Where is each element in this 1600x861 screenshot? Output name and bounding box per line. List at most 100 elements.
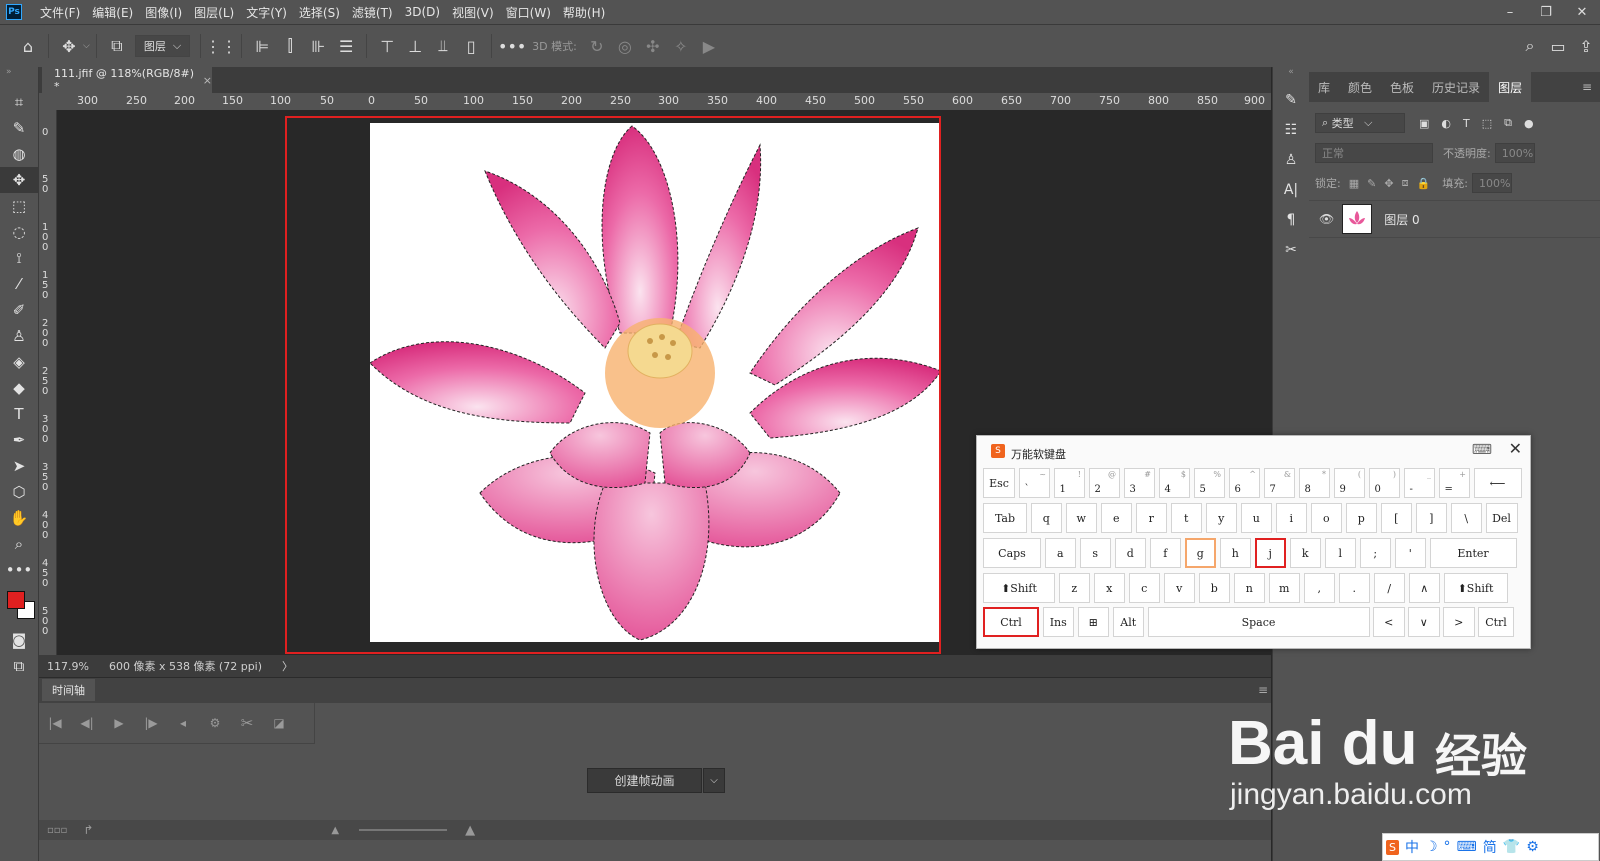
zoom-out-icon[interactable]: ▲ xyxy=(331,825,339,836)
key[interactable]: Alt xyxy=(1112,607,1144,637)
collapse-icon[interactable]: « xyxy=(1273,67,1309,85)
close-window-button[interactable]: ✕ xyxy=(1564,5,1600,20)
prev-frame-icon[interactable]: ◀| xyxy=(71,716,103,730)
create-frame-animation-button[interactable]: 创建帧动画 xyxy=(587,768,702,793)
key[interactable]: . xyxy=(1338,573,1370,603)
key[interactable]: ⬆Shift xyxy=(983,573,1055,603)
quick-mask-icon[interactable]: ◙ xyxy=(0,627,38,653)
shape-tool-icon[interactable]: ⬡ xyxy=(0,479,38,505)
crop-tool-icon[interactable]: ⌗ xyxy=(0,89,38,115)
key[interactable]: f xyxy=(1149,538,1181,568)
blend-mode-dropdown[interactable]: 正常 xyxy=(1315,143,1433,163)
key[interactable]: Tab xyxy=(983,503,1027,533)
minimize-button[interactable]: – xyxy=(1492,5,1528,20)
filter-pixel-icon[interactable]: ▣ xyxy=(1419,117,1429,130)
key[interactable]: Esc xyxy=(983,468,1015,498)
key[interactable]: y xyxy=(1205,503,1237,533)
key[interactable]: z xyxy=(1058,573,1090,603)
menu-select[interactable]: 选择(S) xyxy=(293,4,346,21)
timeline-zoom-slider[interactable] xyxy=(359,829,448,831)
menu-help[interactable]: 帮助(H) xyxy=(557,4,611,21)
key[interactable]: v xyxy=(1163,573,1195,603)
visibility-eye-icon[interactable]: 👁 xyxy=(1319,212,1334,226)
zoom-in-icon[interactable]: ▲ xyxy=(465,823,475,838)
key[interactable]: x xyxy=(1093,573,1125,603)
key[interactable]: e xyxy=(1100,503,1132,533)
layer-row[interactable]: 👁 图层 0 xyxy=(1309,200,1600,238)
key[interactable]: j xyxy=(1254,538,1286,568)
adjustments-icon[interactable]: ☷ xyxy=(1273,115,1309,145)
key[interactable]: m xyxy=(1268,573,1300,603)
key[interactable]: w xyxy=(1065,503,1097,533)
distribute-icon[interactable]: ☰ xyxy=(332,32,360,60)
key[interactable]: b xyxy=(1198,573,1230,603)
layer-select-dropdown[interactable]: 图层 ⌵ xyxy=(134,35,191,57)
status-arrow-icon[interactable]: 〉 xyxy=(282,658,293,674)
brush-settings-icon[interactable]: ✎ xyxy=(1273,85,1309,115)
key[interactable]: Ins xyxy=(1042,607,1074,637)
stamp-tool-icon[interactable]: ♙ xyxy=(0,323,38,349)
key[interactable]: % 5 xyxy=(1193,468,1225,498)
toolbox-collapse-icon[interactable]: » xyxy=(0,67,38,89)
menu-filter[interactable]: 滤镜(T) xyxy=(346,4,399,21)
clone-source-icon[interactable]: ♙ xyxy=(1273,145,1309,175)
healing-brush-icon[interactable]: ✎ xyxy=(0,115,38,141)
3d-orbit-icon[interactable]: ↻ xyxy=(583,32,611,60)
tool-presets-icon[interactable]: ✂ xyxy=(1273,235,1309,265)
menu-type[interactable]: 文字(Y) xyxy=(240,4,293,21)
key[interactable]: a xyxy=(1044,538,1076,568)
audio-icon[interactable]: ◂ xyxy=(167,716,199,730)
key[interactable]: ⬆Shift xyxy=(1443,573,1508,603)
transform-controls-icon[interactable]: ⋮⋮ xyxy=(205,32,237,60)
key[interactable]: ! 1 xyxy=(1053,468,1085,498)
menu-image[interactable]: 图像(I) xyxy=(139,4,188,21)
align-bottom-icon[interactable]: ⫫ xyxy=(429,32,457,60)
key[interactable]: d xyxy=(1114,538,1146,568)
align-middle-icon[interactable]: ⊥ xyxy=(401,32,429,60)
key[interactable]: ⊞ xyxy=(1077,607,1109,637)
hand-tool-icon[interactable]: ✋ xyxy=(0,505,38,531)
type-tool-icon[interactable]: T xyxy=(0,401,38,427)
key[interactable]: c xyxy=(1128,573,1160,603)
key[interactable]: & 7 xyxy=(1263,468,1295,498)
key[interactable]: ⟵ xyxy=(1473,468,1522,498)
key[interactable]: g xyxy=(1184,538,1216,568)
key[interactable]: ; xyxy=(1359,538,1391,568)
ime-settings-icon[interactable]: ⚙ xyxy=(1526,839,1539,855)
key[interactable]: _ - xyxy=(1403,468,1435,498)
align-top-icon[interactable]: ⊤ xyxy=(373,32,401,60)
lock-pixels-icon[interactable]: ✎ xyxy=(1367,177,1376,190)
menu-window[interactable]: 窗口(W) xyxy=(500,4,557,21)
convert-icon[interactable]: ↱ xyxy=(83,823,93,837)
first-frame-icon[interactable]: |◀ xyxy=(39,716,71,730)
soft-keyboard-window[interactable]: S 万能软键盘 ⌨ ✕ Esc ~ `! 1 @2 #3 $4% 5 ^ 6 & 7 * 8(9) 0 _ - +… xyxy=(976,435,1531,649)
key[interactable]: > xyxy=(1443,607,1475,637)
menu-layer[interactable]: 图层(L) xyxy=(188,4,240,21)
distribute-vertical-icon[interactable]: ▯ xyxy=(457,32,485,60)
key[interactable]: ' xyxy=(1394,538,1426,568)
key[interactable]: p xyxy=(1345,503,1377,533)
lock-transparent-icon[interactable]: ▦ xyxy=(1349,177,1359,190)
key[interactable]: h xyxy=(1219,538,1251,568)
ime-punct-icon[interactable]: ° xyxy=(1444,839,1451,855)
key[interactable]: \ xyxy=(1450,503,1482,533)
workspace-icon[interactable]: ▭ xyxy=(1544,32,1572,60)
edit-toolbar-icon[interactable]: ••• xyxy=(0,557,38,583)
zoom-level[interactable]: 117.9% xyxy=(47,660,89,673)
timeline-tab[interactable]: 时间轴 xyxy=(42,679,95,701)
path-select-icon[interactable]: ➤ xyxy=(0,453,38,479)
settings-icon[interactable]: ⚙ xyxy=(199,716,231,730)
ime-lang[interactable]: 中 xyxy=(1405,837,1419,857)
lock-all-icon[interactable]: 🔒 xyxy=(1417,177,1431,190)
pen-tool-icon[interactable]: ✒ xyxy=(0,427,38,453)
lock-artboard-icon[interactable]: ⧈ xyxy=(1402,176,1409,190)
key[interactable]: , xyxy=(1303,573,1335,603)
next-frame-icon[interactable]: |▶ xyxy=(135,716,167,730)
key[interactable]: n xyxy=(1233,573,1265,603)
key[interactable]: i xyxy=(1275,503,1307,533)
ime-keyboard-icon[interactable]: ⌨ xyxy=(1457,839,1477,855)
3d-camera-icon[interactable]: ▶ xyxy=(695,32,723,60)
menu-edit[interactable]: 编辑(E) xyxy=(86,4,139,21)
close-tab-icon[interactable]: × xyxy=(203,74,212,87)
tab-swatches[interactable]: 色板 xyxy=(1381,72,1423,102)
